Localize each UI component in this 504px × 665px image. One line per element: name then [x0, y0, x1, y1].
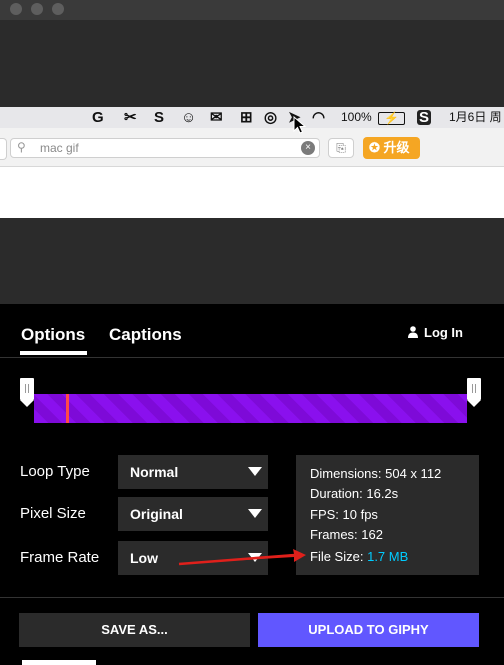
wifi-icon: ◠: [312, 109, 326, 126]
loop-type-select[interactable]: Normal: [118, 455, 268, 489]
tab-options[interactable]: Options: [21, 325, 85, 345]
battery-percent: 100%: [341, 110, 372, 124]
annotation-arrow-icon: [178, 549, 306, 566]
clear-icon: ×: [301, 141, 315, 155]
menubar-date: 1月6日 周: [449, 110, 502, 124]
grip-line: [475, 384, 476, 393]
sogou-icon: S: [417, 109, 432, 126]
history-icon: ⎘: [328, 138, 354, 158]
captured-left-field: [0, 138, 7, 160]
search-app-icon: ◎: [264, 109, 278, 126]
zoom-window-button[interactable]: [52, 3, 64, 15]
app-s-icon: S: [154, 109, 165, 126]
gif-info-panel: Dimensions: 504 x 112 Duration: 16.2s FP…: [296, 455, 479, 575]
pixel-size-label: Pixel Size: [20, 505, 86, 522]
search-query: mac gif: [40, 141, 79, 155]
upgrade-button: ✪ 升级: [363, 137, 420, 159]
mouse-cursor-icon: [293, 116, 307, 134]
file-size-label: File Size:: [310, 549, 364, 564]
chevron-down-icon: [248, 509, 262, 518]
upgrade-star-icon: ✪: [369, 140, 380, 155]
pixel-size-select[interactable]: Original: [118, 497, 268, 531]
info-frames: Frames: 162: [310, 527, 383, 542]
pixel-size-value: Original: [130, 506, 183, 522]
minimize-window-button[interactable]: [31, 3, 43, 15]
info-file-size: File Size: 1.7 MB: [310, 549, 408, 564]
grip-line: [472, 384, 473, 393]
captured-content-area: [0, 167, 504, 218]
trim-track[interactable]: [34, 394, 467, 423]
close-window-button[interactable]: [10, 3, 22, 15]
active-tab-indicator: [20, 351, 87, 355]
grammarly-icon: G: [92, 109, 104, 126]
info-dimensions: Dimensions: 504 x 112: [310, 466, 442, 481]
grid-app-icon: ⊞: [240, 109, 253, 126]
wechat-icon: ✉: [210, 109, 223, 126]
tab-captions[interactable]: Captions: [109, 325, 182, 345]
window-titlebar: [0, 0, 504, 20]
search-icon: ⚲: [17, 140, 26, 154]
battery-icon: ⚡: [378, 112, 405, 125]
trim-start-handle[interactable]: [20, 378, 34, 407]
tabs-divider: [0, 357, 504, 358]
loop-type-value: Normal: [130, 464, 179, 480]
footer-divider: [0, 597, 504, 598]
upgrade-label: 升级: [383, 140, 410, 155]
user-icon: [408, 326, 418, 338]
frame-rate-label: Frame Rate: [20, 549, 100, 566]
frame-rate-value: Low: [130, 550, 158, 566]
upload-to-giphy-button[interactable]: UPLOAD TO GIPHY: [258, 613, 479, 647]
loop-type-label: Loop Type: [20, 463, 90, 480]
captured-menubar: G ✂ S ☺ ✉ ⊞ ◎ ➤ ◠ 100% ⚡ S 1月6日 周: [0, 107, 504, 128]
info-fps: FPS: 10 fps: [310, 507, 378, 522]
file-size-value: 1.7 MB: [367, 549, 409, 564]
save-as-button[interactable]: SAVE AS...: [19, 613, 250, 647]
playhead[interactable]: [66, 394, 69, 423]
chat-bubble-icon: ☺: [181, 109, 197, 126]
scissors-icon: ✂: [124, 109, 137, 126]
bottom-clipped-element: [22, 660, 96, 665]
login-button[interactable]: Log In: [408, 325, 463, 340]
info-duration: Duration: 16.2s: [310, 486, 399, 501]
trim-end-handle[interactable]: [467, 378, 481, 407]
grip-line: [25, 384, 26, 393]
captured-search-field: ⚲ mac gif ×: [10, 138, 320, 158]
captured-toolbar: ⚲ mac gif × ⎘ ✪ 升级: [0, 128, 504, 167]
chevron-down-icon: [248, 467, 262, 476]
login-label: Log In: [424, 325, 463, 340]
grip-line: [28, 384, 29, 393]
